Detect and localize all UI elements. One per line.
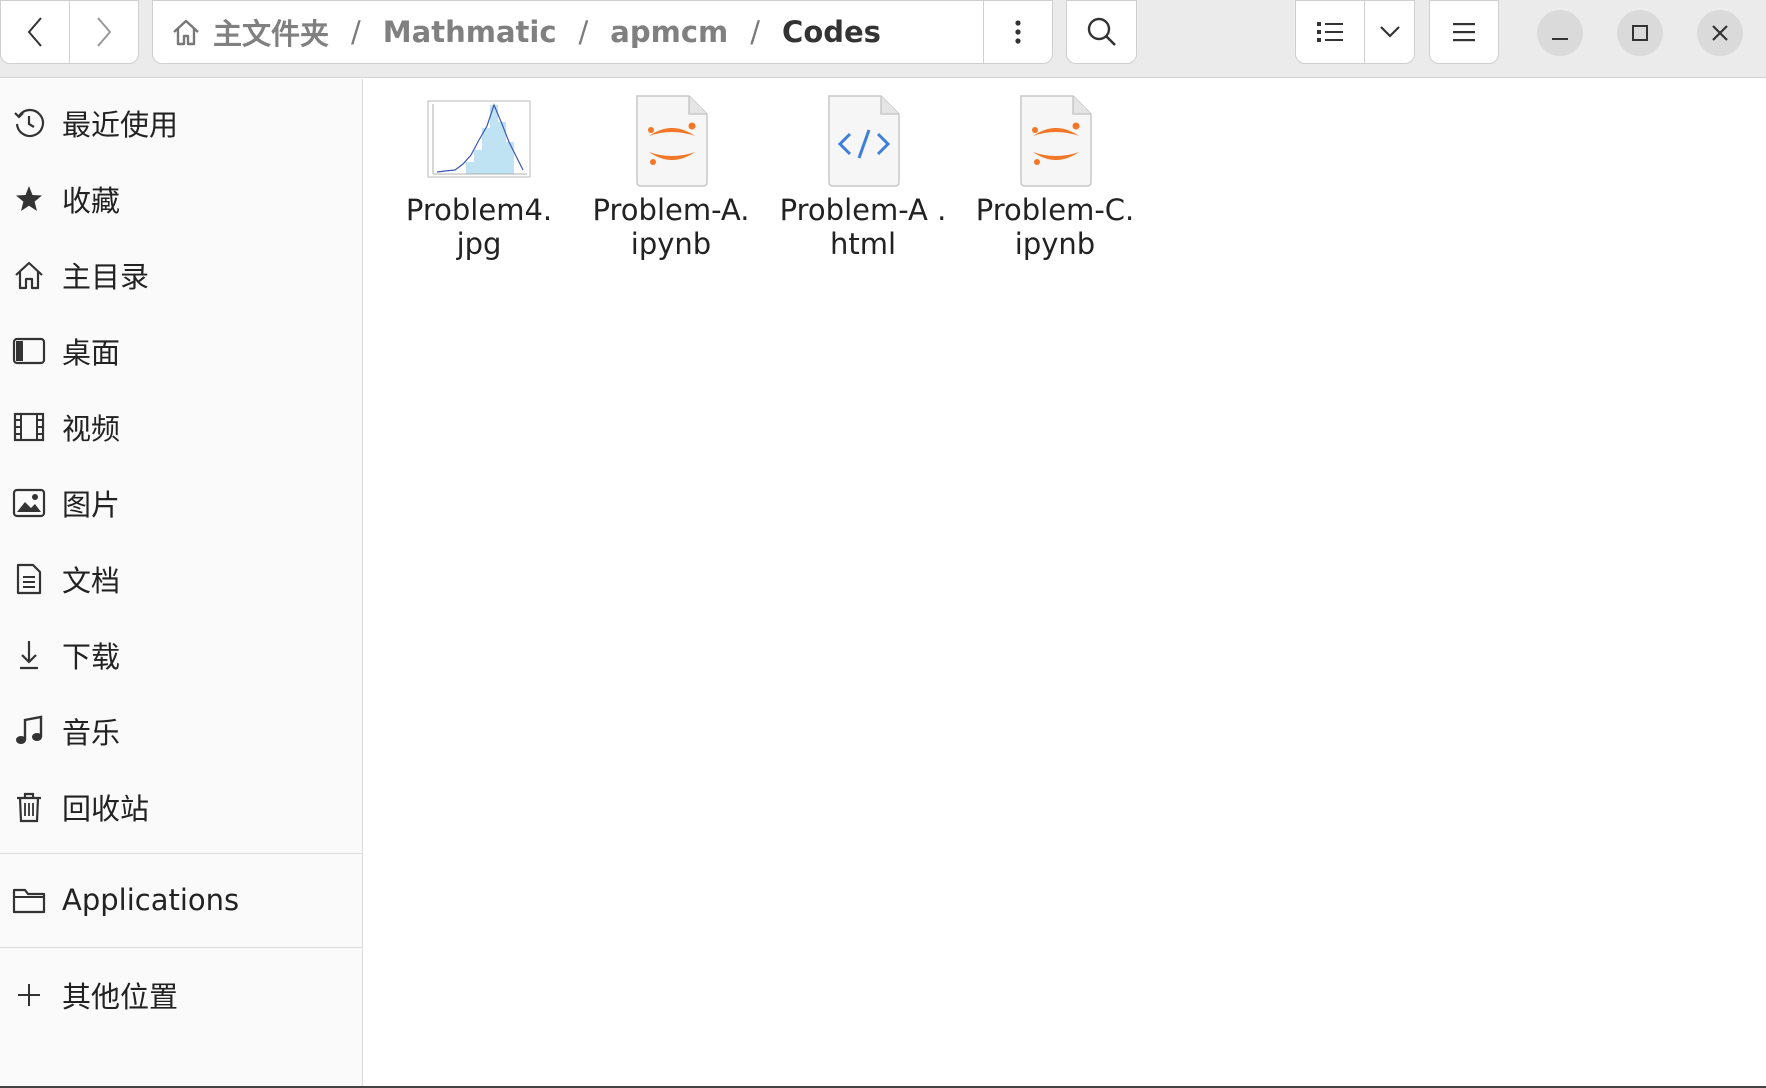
sidebar-item-music[interactable]: 音乐 (0, 699, 362, 763)
path-segment-codes[interactable]: Codes (782, 15, 881, 49)
file-name: Problem4. jpg (405, 193, 553, 261)
chevron-left-icon (27, 17, 42, 47)
sidebar-item-label: 收藏 (62, 184, 121, 218)
main-menu-button[interactable] (1429, 0, 1499, 64)
file-name: Problem-A. ipynb (592, 193, 750, 261)
path-segment-mathmatic[interactable]: Mathmatic (383, 15, 557, 49)
file-item[interactable]: Problem-A . html (768, 91, 958, 261)
sidebar-item-label: 回收站 (62, 792, 150, 826)
film-icon (12, 410, 46, 444)
minimize-button[interactable] (1537, 10, 1583, 56)
close-icon (1712, 25, 1728, 41)
jupyter-icon (619, 91, 723, 189)
sidebar-item-label: 文档 (62, 564, 121, 598)
list-view-button[interactable] (1295, 0, 1365, 64)
sidebar-item-recent[interactable]: 最近使用 (0, 91, 362, 155)
chart-thumbnail-icon (427, 91, 531, 189)
sidebar-divider (0, 947, 362, 948)
list-view-icon (1317, 22, 1343, 42)
trash-icon (12, 790, 46, 824)
sidebar-item-downloads[interactable]: 下载 (0, 623, 362, 687)
document-icon (12, 562, 46, 596)
maximize-icon (1632, 25, 1648, 41)
sidebar-item-label: 音乐 (62, 716, 121, 750)
folder-icon (12, 883, 46, 917)
sidebar-item-documents[interactable]: 文档 (0, 547, 362, 611)
hamburger-menu-icon (1453, 23, 1475, 42)
sidebar-item-trash[interactable]: 回收站 (0, 775, 362, 839)
maximize-button[interactable] (1617, 10, 1663, 56)
sidebar-item-label: 桌面 (62, 336, 121, 370)
file-grid: Problem4. jpg Problem-A. ipynb Problem-A… (364, 79, 1766, 1086)
plus-icon (12, 978, 46, 1012)
home-icon[interactable] (171, 17, 201, 47)
vertical-dots-icon (1015, 20, 1021, 44)
sidebar-divider (0, 853, 362, 854)
desktop-icon (12, 334, 46, 368)
sidebar-item-home[interactable]: 主目录 (0, 243, 362, 307)
search-button[interactable] (1066, 0, 1137, 64)
path-segment-home[interactable]: 主文件夹 (213, 11, 329, 53)
view-options-button[interactable] (1364, 0, 1415, 64)
header-bar: 主文件夹 / Mathmatic / apmcm / Codes (0, 0, 1766, 78)
sidebar-item-applications[interactable]: Applications (0, 868, 362, 932)
star-icon (12, 182, 46, 216)
sidebar-item-starred[interactable]: 收藏 (0, 167, 362, 231)
home-icon (12, 258, 46, 292)
download-icon (12, 638, 46, 672)
path-separator: / (750, 15, 761, 49)
sidebar: 最近使用 收藏 主目录 桌面 视频 图片 文档 下载 音乐 回收站 Applic… (0, 79, 363, 1086)
code-icon (811, 91, 915, 189)
forward-button[interactable] (69, 0, 139, 64)
music-icon (12, 714, 46, 748)
clock-icon (12, 106, 46, 140)
sidebar-item-label: 下载 (62, 640, 121, 674)
sidebar-item-videos[interactable]: 视频 (0, 395, 362, 459)
image-icon (12, 486, 46, 520)
sidebar-item-label: 图片 (62, 488, 121, 522)
search-icon (1087, 17, 1116, 46)
minimize-icon (1552, 38, 1568, 40)
sidebar-item-desktop[interactable]: 桌面 (0, 319, 362, 383)
file-item[interactable]: Problem-C. ipynb (960, 91, 1150, 261)
path-segment-apmcm[interactable]: apmcm (610, 15, 728, 49)
jupyter-icon (1003, 91, 1107, 189)
chevron-down-icon (1379, 26, 1400, 38)
sidebar-item-pictures[interactable]: 图片 (0, 471, 362, 535)
chevron-right-icon (97, 17, 112, 47)
sidebar-item-label: 视频 (62, 412, 121, 446)
file-name: Problem-A . html (779, 193, 947, 261)
close-button[interactable] (1697, 10, 1743, 56)
path-menu-button[interactable] (983, 0, 1053, 64)
back-button[interactable] (0, 0, 70, 64)
file-item[interactable]: Problem4. jpg (384, 91, 574, 261)
sidebar-item-other-locations[interactable]: 其他位置 (0, 963, 362, 1027)
file-name: Problem-C. ipynb (975, 193, 1135, 261)
sidebar-item-label: Applications (62, 883, 240, 917)
sidebar-item-label: 主目录 (62, 260, 150, 294)
file-item[interactable]: Problem-A. ipynb (576, 91, 766, 261)
path-bar: 主文件夹 / Mathmatic / apmcm / Codes (152, 0, 984, 64)
sidebar-item-label: 最近使用 (62, 108, 179, 142)
path-separator: / (351, 15, 361, 49)
path-separator: / (578, 15, 589, 49)
sidebar-item-label: 其他位置 (62, 980, 179, 1014)
file-manager-window: 主文件夹 / Mathmatic / apmcm / Codes 最近使用 收藏… (0, 0, 1766, 1086)
